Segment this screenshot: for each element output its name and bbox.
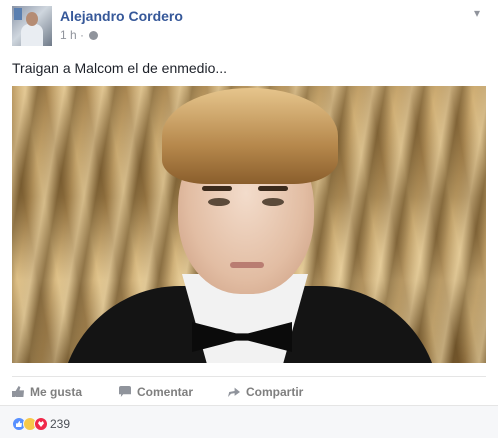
author-name-link[interactable]: Alejandro Cordero	[60, 8, 183, 24]
reactions-footer: 239	[0, 405, 498, 438]
photo-left-brow-shape	[202, 186, 232, 191]
avatar-head-shape	[26, 12, 38, 26]
photo-hair-shape	[162, 88, 338, 184]
action-bar: Me gusta Comentar Compartir	[12, 376, 486, 405]
thumbs-up-icon	[12, 386, 24, 397]
like-button[interactable]: Me gusta	[12, 385, 82, 399]
photo-right-eye-shape	[262, 198, 284, 206]
share-button-label: Compartir	[246, 385, 304, 399]
reaction-count[interactable]: 239	[50, 417, 70, 431]
post-meta: 1 h ·	[60, 28, 99, 42]
share-button[interactable]: Compartir	[228, 385, 303, 399]
chevron-down-icon[interactable]: ▾	[474, 6, 480, 20]
post-photo[interactable]	[12, 86, 486, 363]
globe-icon[interactable]	[89, 31, 99, 40]
comment-button-label: Comentar	[137, 385, 194, 399]
post-timestamp[interactable]: 1 h	[60, 28, 77, 42]
photo-right-brow-shape	[258, 186, 288, 191]
post-card: Alejandro Cordero 1 h · ▾ Traigan a Malc…	[0, 0, 498, 438]
author-avatar[interactable]	[12, 6, 52, 46]
comment-bubble-icon	[119, 386, 131, 397]
meta-separator: ·	[80, 28, 85, 42]
avatar-shirt-shape	[21, 24, 43, 46]
post-header: Alejandro Cordero 1 h · ▾	[12, 6, 486, 46]
share-arrow-icon	[228, 387, 240, 397]
photo-mouth-shape	[230, 262, 264, 268]
love-reaction-icon	[34, 417, 48, 431]
avatar-frame-shape	[14, 8, 22, 20]
like-button-label: Me gusta	[30, 385, 83, 399]
post-text: Traigan a Malcom el de enmedio...	[12, 60, 228, 76]
comment-button[interactable]: Comentar	[119, 385, 193, 399]
photo-left-eye-shape	[208, 198, 230, 206]
